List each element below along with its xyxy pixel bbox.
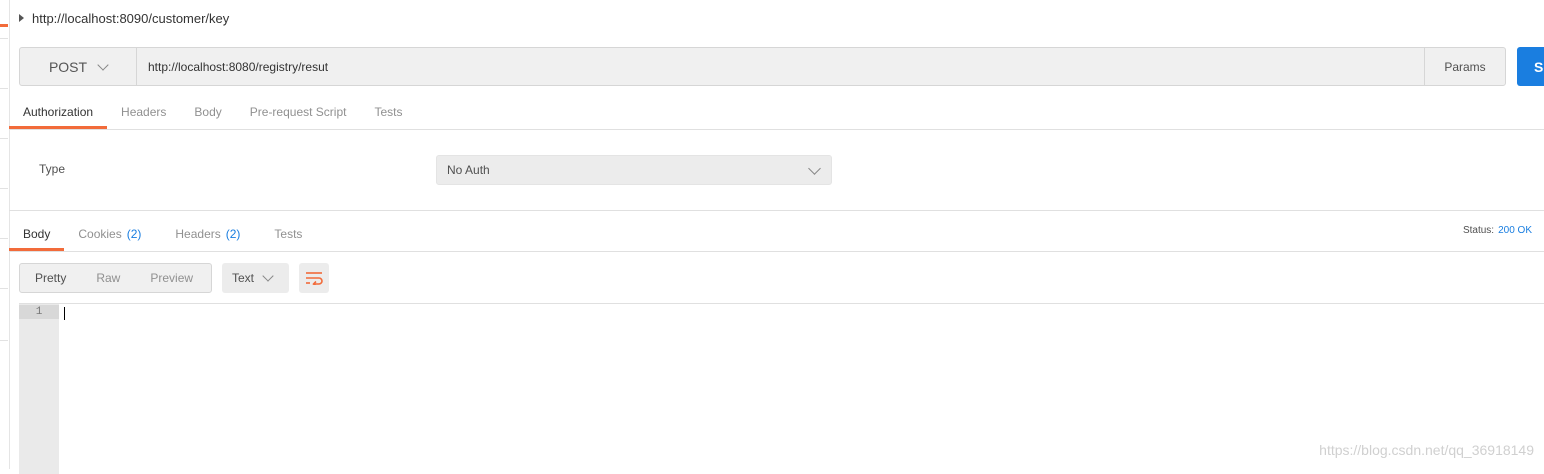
cookies-count: (2) xyxy=(126,226,142,241)
tab-response-tests[interactable]: Tests xyxy=(260,216,316,251)
auth-type-select[interactable]: No Auth xyxy=(436,155,832,185)
response-panel: Body Cookies (2) Headers (2) Tests Statu… xyxy=(9,210,1544,474)
url-input[interactable] xyxy=(137,48,1424,85)
wrap-lines-icon xyxy=(306,272,323,285)
params-button[interactable]: Params xyxy=(1424,48,1505,85)
sidebar-divider xyxy=(0,238,8,239)
line-gutter: 1 xyxy=(19,304,59,474)
view-pretty-button[interactable]: Pretty xyxy=(20,264,81,292)
view-mode-group: Pretty Raw Preview xyxy=(19,263,212,293)
sidebar-divider xyxy=(0,340,8,341)
tab-response-tests-label: Tests xyxy=(274,226,303,241)
status-label: Status: xyxy=(1462,225,1495,236)
line-number: 1 xyxy=(19,305,59,319)
method-select[interactable]: POST xyxy=(20,48,137,85)
format-value: Text xyxy=(232,271,255,285)
tab-response-body[interactable]: Body xyxy=(9,216,65,251)
response-editor[interactable]: 1 xyxy=(19,303,1544,474)
tab-pre-request-script[interactable]: Pre-request Script xyxy=(236,94,361,129)
tab-body[interactable]: Body xyxy=(180,94,235,129)
view-preview-button[interactable]: Preview xyxy=(135,264,208,292)
auth-type-value: No Auth xyxy=(447,163,490,177)
sidebar-divider xyxy=(0,88,8,89)
sidebar-active-marker xyxy=(0,24,8,27)
chevron-down-icon xyxy=(97,58,109,71)
chevron-down-icon xyxy=(808,161,821,175)
view-raw-button[interactable]: Raw xyxy=(81,264,135,292)
sidebar-divider xyxy=(0,38,8,39)
url-bar: POST Params xyxy=(19,47,1506,86)
headers-count: (2) xyxy=(225,226,241,241)
send-button[interactable]: Se xyxy=(1517,47,1544,86)
request-title-text: http://localhost:8090/customer/key xyxy=(32,10,230,26)
request-tabs: Authorization Headers Body Pre-request S… xyxy=(9,94,1544,130)
tab-headers[interactable]: Headers xyxy=(107,94,180,129)
tab-response-headers[interactable]: Headers (2) xyxy=(161,216,254,251)
sidebar-divider xyxy=(0,288,8,289)
response-status: Status: 200 OK xyxy=(1463,225,1532,236)
tab-authorization[interactable]: Authorization xyxy=(9,94,108,129)
request-title[interactable]: http://localhost:8090/customer/key xyxy=(19,8,229,28)
tab-cookies[interactable]: Cookies (2) xyxy=(64,216,155,251)
response-toolbar: Pretty Raw Preview Text xyxy=(19,263,329,293)
response-tabs: Body Cookies (2) Headers (2) Tests xyxy=(9,216,1544,252)
chevron-down-icon xyxy=(262,270,274,282)
tab-response-headers-label: Headers xyxy=(175,226,221,241)
status-value: 200 OK xyxy=(1498,225,1532,236)
watermark: https://blog.csdn.net/qq_36918149 xyxy=(1319,442,1534,458)
sidebar-divider xyxy=(0,188,8,189)
text-cursor xyxy=(64,307,65,320)
sidebar-divider xyxy=(0,138,8,139)
format-select[interactable]: Text xyxy=(222,263,289,293)
wrap-lines-button[interactable] xyxy=(299,263,329,293)
caret-right-icon[interactable] xyxy=(19,14,24,22)
auth-type-label: Type xyxy=(39,162,66,176)
tab-cookies-label: Cookies xyxy=(78,226,122,241)
tab-tests[interactable]: Tests xyxy=(360,94,416,129)
tab-response-body-label: Body xyxy=(23,226,51,241)
method-label: POST xyxy=(48,58,88,75)
